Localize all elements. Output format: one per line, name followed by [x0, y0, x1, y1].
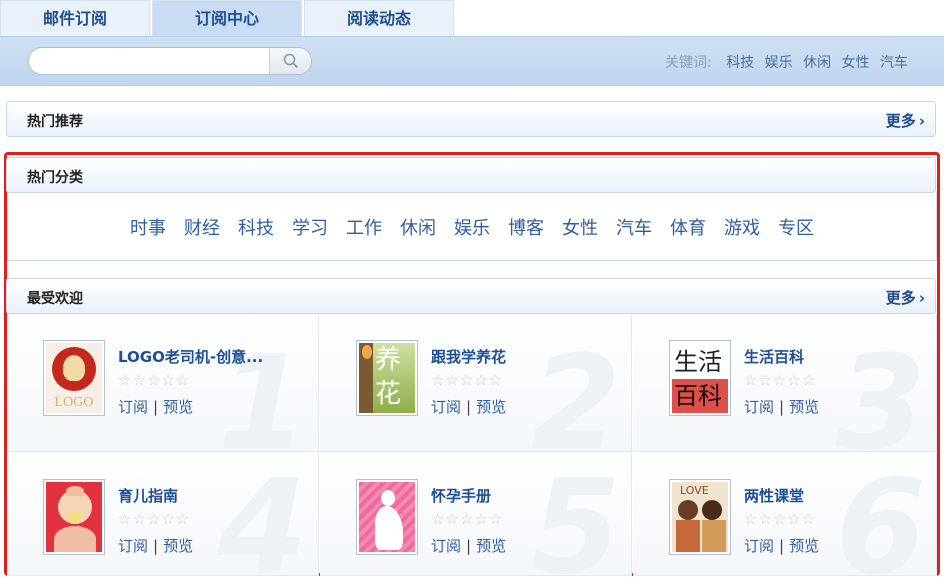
- more-label: 更多: [885, 112, 916, 130]
- favorite-item: 5 怀孕手册 ☆☆☆☆☆ 订阅 | 预览: [320, 453, 632, 576]
- item-thumbnail[interactable]: 生活百科: [669, 340, 731, 416]
- search-box: [28, 47, 312, 75]
- category-link[interactable]: 博客: [508, 214, 544, 240]
- subscribe-link[interactable]: 订阅: [431, 537, 461, 555]
- more-label: 更多: [885, 289, 916, 307]
- rating-stars: ☆☆☆☆☆: [118, 510, 191, 528]
- category-link[interactable]: 专区: [778, 214, 814, 240]
- subscribe-link[interactable]: 订阅: [118, 398, 148, 416]
- rank-number: 3: [835, 327, 926, 452]
- item-title[interactable]: 两性课堂: [744, 485, 804, 506]
- subscribe-link[interactable]: 订阅: [744, 398, 774, 416]
- item-thumbnail[interactable]: [356, 479, 418, 555]
- hot-recommend-bar: 热门推荐 更多 ›: [6, 101, 936, 137]
- category-link[interactable]: 财经: [184, 214, 220, 240]
- favorite-item: 1 LOGO LOGO老司机-创意... ☆☆☆☆☆ 订阅 | 预览: [7, 314, 319, 452]
- preview-link[interactable]: 预览: [476, 537, 506, 555]
- category-link[interactable]: 游戏: [724, 214, 760, 240]
- keywords: 关键词: 科技 娱乐 休闲 女性 汽车: [665, 52, 908, 72]
- preview-link[interactable]: 预览: [163, 537, 193, 555]
- category-link[interactable]: 工作: [346, 214, 382, 240]
- item-actions: 订阅 | 预览: [431, 398, 507, 416]
- favorites-more-link[interactable]: 更多 ›: [886, 287, 925, 308]
- preview-link[interactable]: 预览: [789, 537, 819, 555]
- rank-number: 6: [835, 453, 926, 576]
- item-title[interactable]: LOGO老司机-创意...: [118, 346, 263, 367]
- thumb-text: 养花: [375, 345, 402, 409]
- category-link[interactable]: 女性: [562, 214, 598, 240]
- rating-stars: ☆☆☆☆☆: [431, 371, 504, 389]
- item-thumbnail[interactable]: LOGO: [43, 340, 105, 416]
- keyword-link[interactable]: 休闲: [803, 55, 831, 71]
- category-link[interactable]: 娱乐: [454, 214, 490, 240]
- preview-link[interactable]: 预览: [476, 398, 506, 416]
- favorites-title: 最受欢迎: [27, 291, 83, 307]
- subscribe-link[interactable]: 订阅: [744, 537, 774, 555]
- keyword-link[interactable]: 娱乐: [765, 55, 793, 71]
- chevron-right-icon: ›: [918, 112, 925, 130]
- item-actions: 订阅 | 预览: [118, 398, 194, 416]
- search-button[interactable]: [269, 48, 311, 74]
- rating-stars: ☆☆☆☆☆: [744, 510, 817, 528]
- hot-categories-bar: 热门分类: [6, 157, 936, 193]
- category-link[interactable]: 学习: [292, 214, 328, 240]
- keyword-link[interactable]: 女性: [842, 55, 870, 71]
- item-actions: 订阅 | 预览: [431, 537, 507, 555]
- category-panel: 时事 财经 科技 学习 工作 休闲 娱乐 博客 女性 汽车 体育 游戏 专区: [7, 191, 937, 261]
- hot-recommend-more-link[interactable]: 更多 ›: [886, 110, 925, 131]
- favorite-item: 6 LOVE 两性课堂 ☆☆☆☆☆ 订阅 | 预览: [633, 453, 937, 576]
- keyword-link[interactable]: 汽车: [880, 55, 908, 71]
- category-link[interactable]: 汽车: [616, 214, 652, 240]
- favorite-item: 2 养花 跟我学养花 ☆☆☆☆☆ 订阅 | 预览: [320, 314, 632, 452]
- category-link[interactable]: 体育: [670, 214, 706, 240]
- rank-number: 2: [530, 327, 621, 452]
- item-thumbnail[interactable]: [43, 479, 105, 555]
- rank-number: 5: [530, 453, 621, 576]
- tab-mail-subscribe[interactable]: 邮件订阅: [0, 0, 150, 36]
- rating-stars: ☆☆☆☆☆: [744, 371, 817, 389]
- item-title[interactable]: 怀孕手册: [431, 485, 491, 506]
- category-link[interactable]: 科技: [238, 214, 274, 240]
- subscribe-link[interactable]: 订阅: [118, 537, 148, 555]
- category-link[interactable]: 时事: [130, 214, 166, 240]
- thumb-text: LOVE: [680, 484, 709, 497]
- item-actions: 订阅 | 预览: [118, 537, 194, 555]
- rating-stars: ☆☆☆☆☆: [118, 371, 191, 389]
- favorite-item: 4 育儿指南 ☆☆☆☆☆ 订阅 | 预览: [7, 453, 319, 576]
- item-actions: 订阅 | 预览: [744, 537, 820, 555]
- favorites-grid: 1 LOGO LOGO老司机-创意... ☆☆☆☆☆ 订阅 | 预览 2 养花 跟我…: [7, 314, 937, 576]
- search-input[interactable]: [29, 48, 269, 74]
- preview-link[interactable]: 预览: [163, 398, 193, 416]
- subscribe-link[interactable]: 订阅: [431, 398, 461, 416]
- favorite-item: 3 生活百科 生活百科 ☆☆☆☆☆ 订阅|预览: [633, 314, 937, 452]
- category-link[interactable]: 休闲: [400, 214, 436, 240]
- item-thumbnail[interactable]: 养花: [356, 340, 418, 416]
- logo-text: LOGO: [54, 395, 94, 410]
- rating-stars: ☆☆☆☆☆: [431, 510, 504, 528]
- search-bar: 关键词: 科技 娱乐 休闲 女性 汽车: [0, 36, 944, 86]
- tab-subscribe-center[interactable]: 订阅中心: [152, 0, 302, 36]
- item-title[interactable]: 跟我学养花: [431, 346, 506, 367]
- chevron-right-icon: ›: [918, 289, 925, 307]
- preview-link[interactable]: 预览: [789, 398, 819, 416]
- keyword-link[interactable]: 科技: [726, 55, 754, 71]
- item-title[interactable]: 生活百科: [744, 346, 804, 367]
- item-thumbnail[interactable]: LOVE: [669, 479, 731, 555]
- hot-categories-title: 热门分类: [27, 170, 83, 186]
- item-title[interactable]: 育儿指南: [118, 485, 178, 506]
- category-list: 时事 财经 科技 学习 工作 休闲 娱乐 博客 女性 汽车 体育 游戏 专区: [8, 214, 936, 240]
- item-actions: 订阅 | 预览: [744, 398, 820, 416]
- tab-reading-activity[interactable]: 阅读动态: [304, 0, 454, 36]
- hot-recommend-title: 热门推荐: [27, 114, 83, 130]
- search-icon: [283, 53, 299, 69]
- favorites-bar: 最受欢迎 更多 ›: [6, 278, 936, 314]
- keywords-label: 关键词:: [665, 55, 712, 71]
- tab-bar: 邮件订阅 订阅中心 阅读动态: [0, 0, 944, 36]
- rank-number: 4: [217, 453, 308, 576]
